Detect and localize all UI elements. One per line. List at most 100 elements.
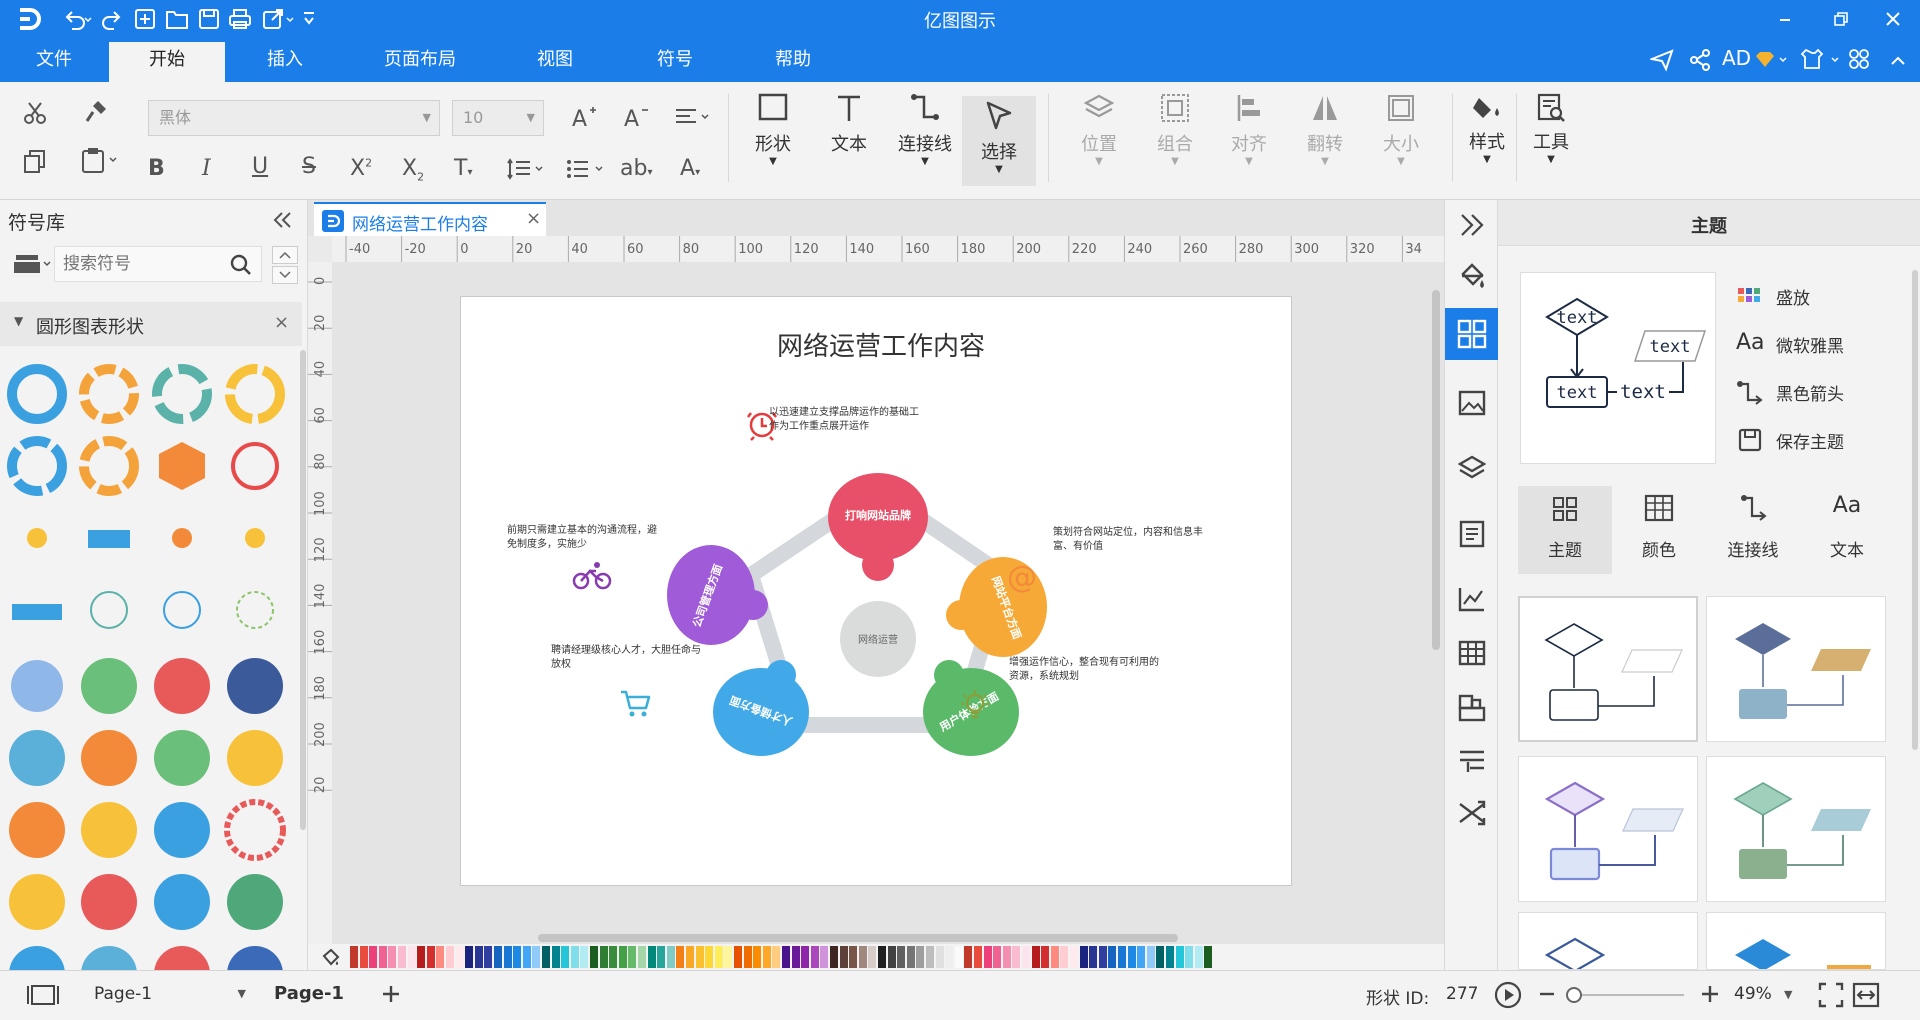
color-swatch[interactable] xyxy=(513,946,522,968)
color-swatch[interactable] xyxy=(686,946,694,968)
color-swatch[interactable] xyxy=(1204,946,1213,968)
color-swatch[interactable] xyxy=(983,946,992,968)
color-swatch[interactable] xyxy=(878,946,886,968)
symbol-hub[interactable] xyxy=(27,528,47,548)
symbol-row[interactable] xyxy=(12,591,274,629)
table-icon[interactable] xyxy=(1458,640,1486,666)
color-swatch[interactable] xyxy=(465,946,474,968)
color-swatch[interactable] xyxy=(647,946,656,968)
color-swatch[interactable] xyxy=(378,946,387,968)
zoom-value[interactable]: 49% xyxy=(1734,984,1772,1004)
note-text[interactable]: 放权 xyxy=(551,657,571,670)
note-text[interactable]: 前期只需建立基本的沟通流程，避 xyxy=(507,523,657,536)
select-button[interactable]: 选择 ▼ xyxy=(962,96,1036,186)
color-swatch[interactable] xyxy=(782,946,790,968)
layers-icon[interactable] xyxy=(1458,454,1486,482)
symbol-row[interactable] xyxy=(9,730,283,786)
color-swatch[interactable] xyxy=(455,946,464,968)
text-format-icon[interactable]: T▾ xyxy=(454,156,472,181)
color-swatch[interactable] xyxy=(618,946,627,968)
strikethrough-icon[interactable]: S xyxy=(302,154,316,179)
symbol-row[interactable] xyxy=(7,364,285,424)
symbol-ring[interactable] xyxy=(227,874,283,930)
color-swatch[interactable] xyxy=(1118,946,1126,968)
font-size-select[interactable]: 10 ▼ xyxy=(452,100,544,136)
symbol-circle-chart[interactable] xyxy=(79,364,139,424)
color-swatch[interactable] xyxy=(446,946,454,968)
color-swatch[interactable] xyxy=(1175,946,1184,968)
cut-icon[interactable] xyxy=(22,100,48,126)
size-button[interactable]: 大小 ▼ xyxy=(1366,92,1436,167)
close-tab-icon[interactable]: × xyxy=(526,208,541,229)
color-swatch[interactable] xyxy=(609,946,618,968)
page-icon[interactable] xyxy=(1459,520,1485,548)
tab-insert[interactable]: 插入 xyxy=(250,42,320,82)
symbol-row[interactable] xyxy=(7,436,279,496)
close-button[interactable] xyxy=(1878,8,1908,30)
color-swatch[interactable] xyxy=(887,946,896,968)
color-swatch[interactable] xyxy=(974,946,982,968)
shopping-cart-icon[interactable] xyxy=(621,690,651,717)
theme-card[interactable] xyxy=(1706,756,1886,902)
color-swatch[interactable] xyxy=(369,946,378,968)
color-swatch[interactable] xyxy=(1194,946,1203,968)
color-swatch[interactable] xyxy=(474,946,483,968)
symbol-hub[interactable] xyxy=(172,528,192,548)
color-swatch[interactable] xyxy=(762,946,771,968)
fill-icon[interactable] xyxy=(1459,262,1487,290)
symbol-tree[interactable] xyxy=(163,591,201,629)
bold-icon[interactable]: B xyxy=(148,156,165,181)
symbol-ring[interactable] xyxy=(81,874,137,930)
search-symbol-field[interactable] xyxy=(54,246,262,282)
color-swatch[interactable] xyxy=(714,946,723,968)
color-swatch[interactable] xyxy=(1060,946,1069,968)
vertical-scrollbar[interactable] xyxy=(1432,290,1440,650)
note-text[interactable]: 免制度多，实施少 xyxy=(507,537,587,550)
color-swatch[interactable] xyxy=(916,946,925,968)
note-text[interactable]: 聘请经理级核心人才，大胆任命与 xyxy=(551,643,701,656)
collapse-ribbon-icon[interactable] xyxy=(1888,50,1908,70)
theme-card[interactable] xyxy=(1706,596,1886,742)
symbol-ring[interactable] xyxy=(9,946,65,970)
symbol-row[interactable] xyxy=(27,528,265,548)
export-icon[interactable] xyxy=(262,8,294,30)
page-panel-icon[interactable] xyxy=(26,983,60,1007)
symbol-ring[interactable] xyxy=(154,946,210,970)
zoom-slider-handle[interactable] xyxy=(1566,987,1582,1003)
tab-file[interactable]: 文件 xyxy=(22,42,86,82)
align-icon[interactable] xyxy=(674,106,714,128)
symbol-hub[interactable] xyxy=(245,528,265,548)
color-swatch[interactable] xyxy=(897,946,906,968)
diagram-title[interactable]: 网络运营工作内容 xyxy=(777,332,985,362)
tab-page-layout[interactable]: 页面布局 xyxy=(370,42,470,82)
bicycle-icon[interactable] xyxy=(572,562,612,590)
symbol-row[interactable] xyxy=(9,799,286,861)
symbol-circle-chart[interactable] xyxy=(152,364,212,424)
color-swatch[interactable] xyxy=(1089,946,1098,968)
chevron-down-icon[interactable]: ▼ xyxy=(1784,988,1792,1001)
color-swatch[interactable] xyxy=(1146,946,1155,968)
color-swatch[interactable] xyxy=(839,946,848,968)
color-swatch[interactable] xyxy=(743,946,752,968)
text-case-icon[interactable]: ab▾ xyxy=(620,156,652,181)
category-header[interactable]: ▼ 圆形图表形状 × xyxy=(0,302,302,346)
color-swatch[interactable] xyxy=(935,946,944,968)
color-swatch[interactable] xyxy=(734,946,742,968)
color-swatch[interactable] xyxy=(1079,946,1088,968)
color-swatch[interactable] xyxy=(580,946,589,968)
grow-font-icon[interactable]: A xyxy=(570,104,598,130)
zoom-slider[interactable] xyxy=(1566,987,1684,1003)
format-rows-icon[interactable] xyxy=(1458,748,1486,774)
puzzle-piece-left[interactable]: 公司管理方面 xyxy=(667,545,768,645)
theme-icon[interactable] xyxy=(1445,308,1499,360)
symbol-ring[interactable] xyxy=(154,874,210,930)
open-icon[interactable] xyxy=(165,8,189,30)
tools-button[interactable]: 工具 ▼ xyxy=(1516,92,1586,165)
color-swatch[interactable] xyxy=(1002,946,1011,968)
note-text[interactable]: 策划符合网站定位，内容和信息丰 xyxy=(1053,525,1203,538)
structure-icon[interactable] xyxy=(1458,694,1486,722)
symbol-pie[interactable] xyxy=(81,802,137,858)
color-swatch[interactable] xyxy=(503,946,512,968)
copy-icon[interactable] xyxy=(22,148,48,174)
color-swatch[interactable] xyxy=(666,946,675,968)
